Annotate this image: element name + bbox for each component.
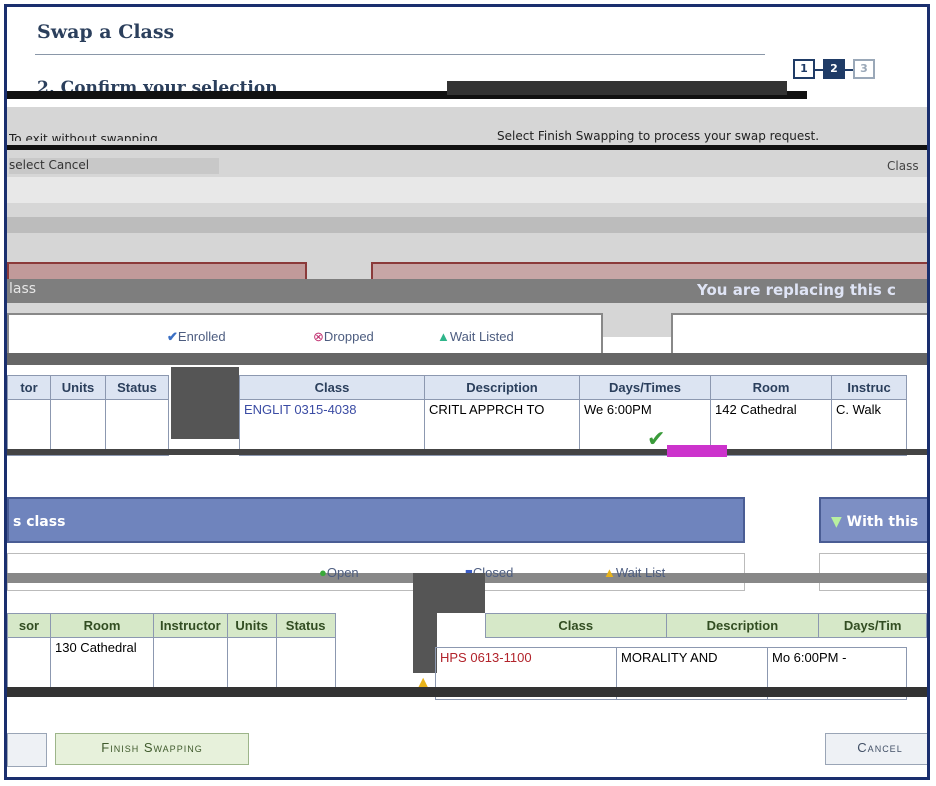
col-instructor: Instructor: [153, 613, 228, 638]
room-cell: 142 Cathedral: [710, 399, 832, 456]
wait-list-triangle-icon: ▲: [437, 329, 450, 344]
cell: [226, 637, 277, 690]
replacing-left-label: lass: [9, 281, 37, 297]
step-connector: [845, 69, 853, 71]
back-button-fragment[interactable]: [7, 733, 47, 767]
instructor-cell: C. Walk: [831, 399, 907, 456]
expand-triangle-icon[interactable]: ▼: [831, 514, 842, 530]
col-days-times: Days/Times: [579, 375, 711, 400]
cancel-button[interactable]: Cancel: [825, 733, 927, 765]
col-units: Units: [50, 375, 106, 400]
cell: [105, 399, 169, 456]
new-class-table-left: sor Room Instructor Units Status 130 Cat…: [7, 613, 336, 690]
render-artifact: [667, 445, 727, 457]
cell: [153, 637, 228, 690]
dropped-x-icon: ⊗: [313, 329, 324, 344]
enrolled-check-icon: ✔: [647, 427, 666, 452]
render-artifact: [7, 145, 927, 150]
col-status: Status: [275, 613, 336, 638]
description-cell: CRITL APPRCH TO: [424, 399, 580, 456]
cell: [7, 399, 51, 456]
col-days-times: Days/Tim: [818, 613, 927, 638]
col-description: Description: [424, 375, 580, 400]
render-artifact: [7, 177, 927, 203]
col-status: Status: [105, 375, 169, 400]
open-circle-icon: ●: [319, 565, 327, 580]
legend-wait-list: ▲Wait List: [603, 565, 666, 580]
col-class: Class: [239, 375, 425, 400]
render-artifact: [171, 367, 239, 439]
col-instructor: Instruc: [831, 375, 907, 400]
render-artifact: [447, 81, 787, 95]
finish-swapping-button[interactable]: Finish Swapping: [55, 733, 249, 765]
cell: [7, 637, 51, 690]
step-2-indicator: 2: [823, 59, 845, 79]
col-room: Room: [50, 613, 154, 638]
legend-wait-listed: ▲Wait Listed: [437, 329, 514, 344]
legend-box-bottom-right: [819, 553, 927, 591]
term-label: Class: [887, 159, 919, 173]
col-class: Class: [485, 613, 667, 638]
render-artifact: [413, 573, 485, 613]
main-frame: Swap a Class 1 2 3 2. Confirm your selec…: [4, 4, 930, 780]
col-description: Description: [665, 613, 820, 638]
step-connector: [815, 69, 823, 71]
swap-class-panel: s class: [7, 497, 745, 543]
cancel-hint: select Cancel: [9, 158, 219, 174]
section-heading: 2. Confirm your selection: [37, 78, 278, 91]
current-class-table-left: tor Units Status: [7, 375, 169, 456]
cell: [275, 637, 336, 690]
replacing-right-label: You are replacing this c: [697, 281, 896, 299]
exit-instructions: To exit without swapping,: [9, 132, 162, 141]
render-artifact: [7, 687, 927, 697]
current-class-table-right: Class Description Days/Times Room Instru…: [239, 375, 907, 456]
render-artifact: [7, 353, 927, 365]
col-instructor: tor: [7, 375, 51, 400]
legend-dropped: ⊗Dropped: [313, 329, 374, 344]
step-1-indicator: 1: [793, 59, 815, 79]
legend-open: ●Open: [319, 565, 359, 580]
render-artifact: [7, 217, 927, 233]
checkmark-icon: ✔: [167, 329, 178, 344]
title-divider: [35, 54, 765, 55]
col-room: Room: [710, 375, 832, 400]
col-units: Units: [226, 613, 277, 638]
page-title: Swap a Class: [37, 21, 175, 43]
step-3-indicator: 3: [853, 59, 875, 79]
render-artifact: [7, 449, 927, 455]
new-class-table-right: Class Description Days/Tim: [485, 613, 927, 638]
wait-list-triangle-icon: ▲: [603, 565, 616, 580]
with-this-panel[interactable]: ▼ With this: [819, 497, 927, 543]
col-instructor: sor: [7, 613, 51, 638]
finish-instructions: Select Finish Swapping to process your s…: [497, 129, 820, 143]
room-cell: 130 Cathedral: [50, 637, 154, 690]
legend-enrolled: ✔Enrolled: [167, 329, 226, 344]
cell: [50, 399, 106, 456]
class-link[interactable]: ENGLIT 0315-4038: [239, 399, 425, 456]
render-artifact: [413, 613, 437, 673]
